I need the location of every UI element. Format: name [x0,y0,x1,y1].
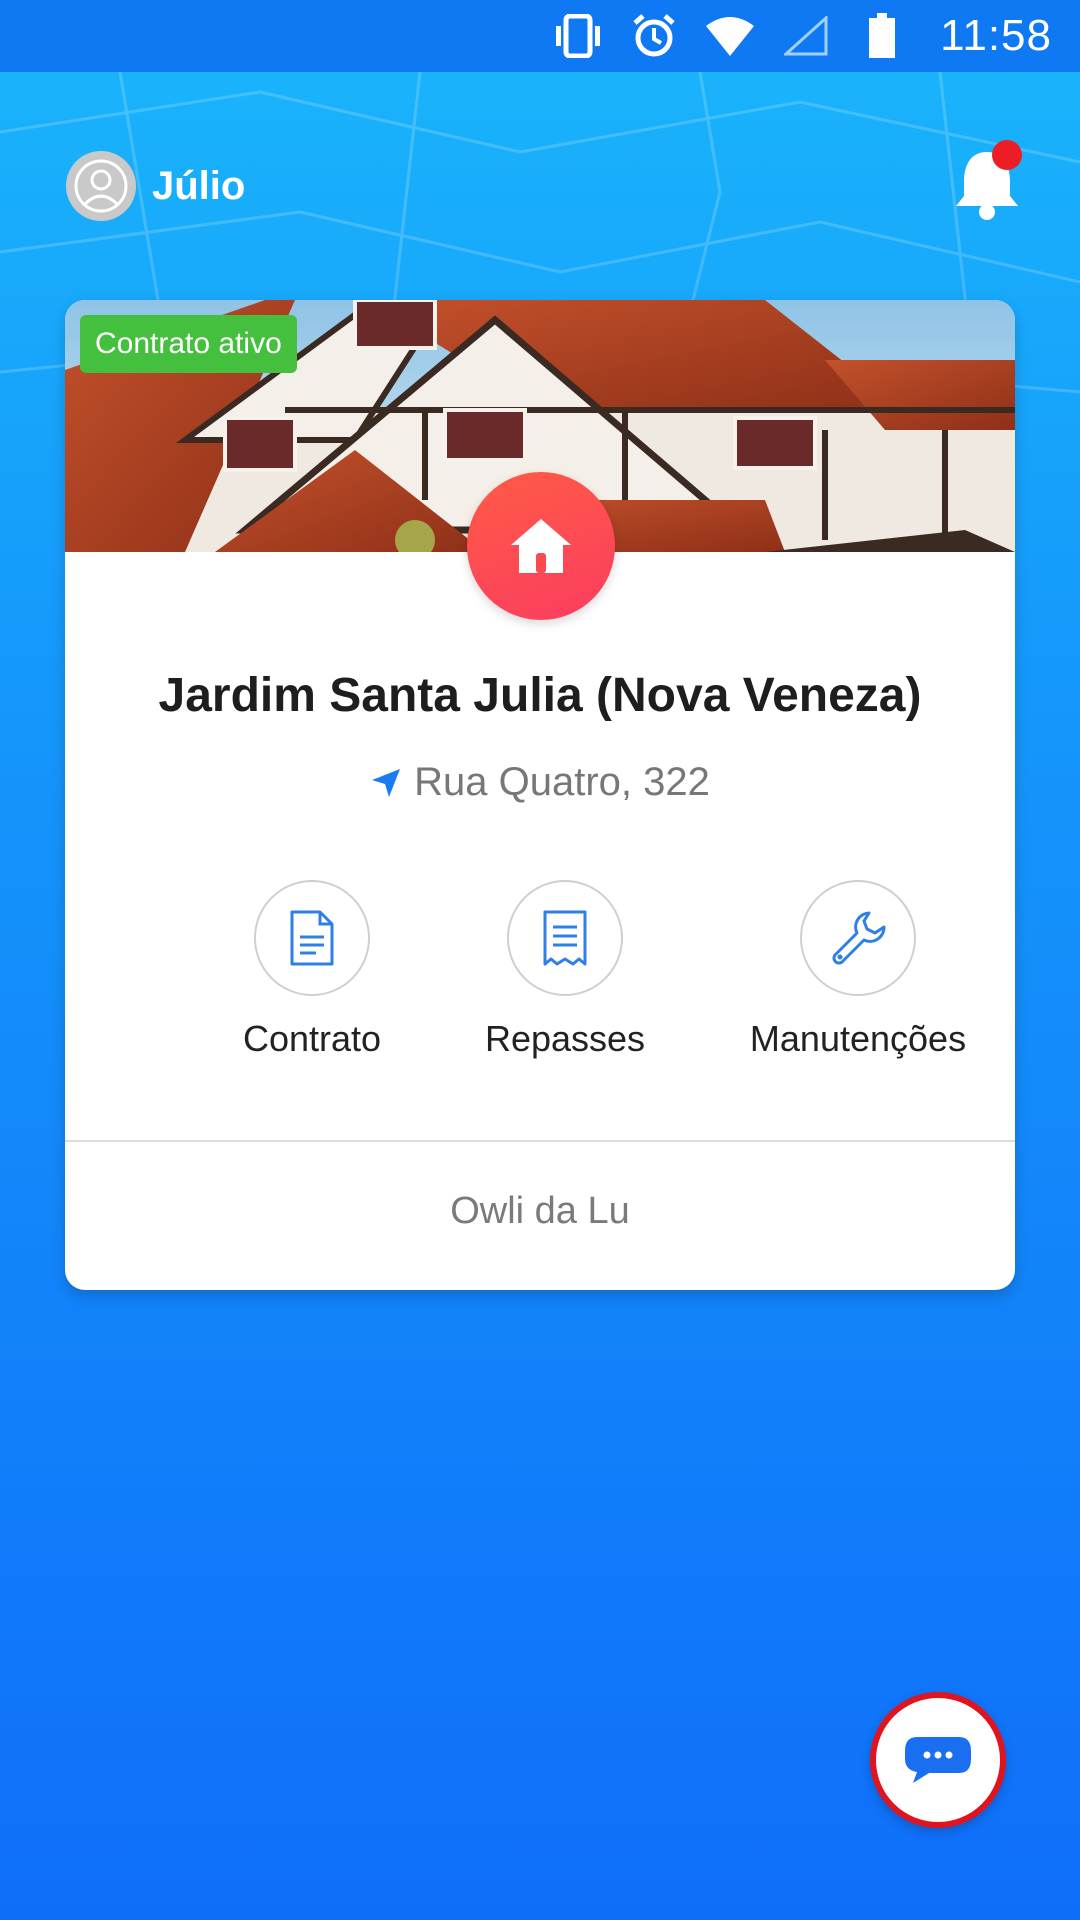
location-arrow-icon [372,768,401,797]
address-text: Rua Quatro, 322 [414,760,710,804]
chat-button[interactable] [870,1692,1006,1828]
document-icon [290,910,334,966]
contrato-label: Contrato [242,1018,382,1059]
property-title: Jardim Santa Julia (Nova Veneza) [158,669,922,722]
receipt-icon [543,910,587,966]
property-card[interactable]: Contrato ativo Jardim Santa Julia (Nova … [65,300,1015,1290]
manutencoes-button[interactable]: Manutenções [728,880,988,1060]
manutencoes-label: Manutenções [749,1018,967,1059]
signal-icon [780,10,832,62]
chat-bubble-icon [905,1737,971,1783]
home-icon [511,519,571,573]
user-icon [74,159,128,213]
manutencoes-circle [800,880,916,996]
clock: 11:58 [940,11,1052,60]
notification-bell-button[interactable] [952,138,1022,222]
property-address: Rua Quatro, 322 [65,760,1015,805]
alarm-icon [628,10,680,62]
wrench-icon [832,911,886,965]
user-name: Júlio [152,163,246,208]
repasses-label: Repasses [484,1018,646,1059]
contrato-circle [254,880,370,996]
avatar[interactable] [66,151,136,221]
status-bar: 11:58 [0,0,1080,72]
owner-name[interactable]: Owli da Lu [65,1190,1015,1233]
wifi-icon [704,10,756,62]
home-badge [467,472,615,620]
user-header[interactable]: Júlio [66,150,245,222]
status-badge: Contrato ativo [80,315,297,373]
action-row: Contrato Repasses Manutenções [65,880,1015,1070]
card-divider [65,1140,1015,1142]
battery-icon [856,10,908,62]
vibrate-icon [552,10,604,62]
contrato-button[interactable]: Contrato [182,880,442,1060]
notification-dot [992,140,1022,170]
repasses-button[interactable]: Repasses [435,880,695,1060]
repasses-circle [507,880,623,996]
